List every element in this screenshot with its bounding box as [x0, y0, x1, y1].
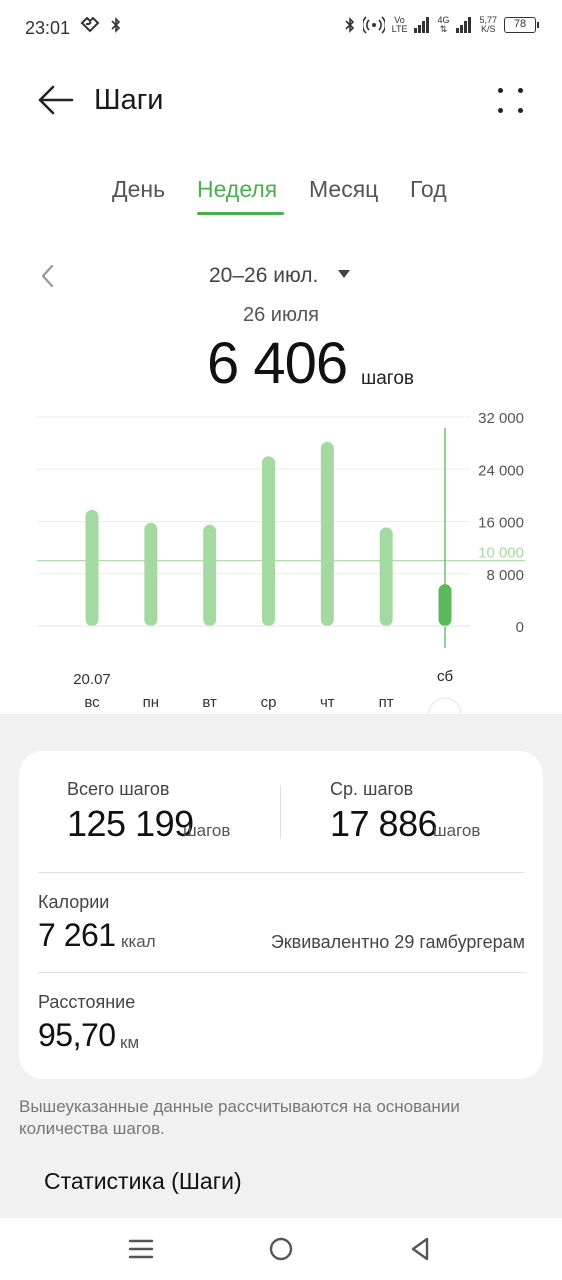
triangle-back-icon [411, 1237, 429, 1261]
date-range-selector: 20–26 июл. [0, 256, 562, 296]
calories-value: 7 261 [38, 917, 116, 953]
chart-bar [85, 509, 99, 626]
tab-month[interactable]: Месяц [309, 176, 378, 203]
x-tick-label: чт [320, 694, 335, 711]
chevron-left-icon [41, 264, 54, 288]
date-range-dropdown[interactable]: 20–26 июл. [209, 264, 318, 288]
distance-label: Расстояние [38, 992, 136, 1012]
divider [38, 872, 525, 873]
bluetooth-icon [345, 17, 354, 33]
goal-label: 10 000 [478, 545, 524, 562]
recent-apps-button[interactable] [127, 1235, 155, 1263]
back-button[interactable] [36, 82, 76, 118]
status-bar: 23:01 Vo LTE 4G ⇅ 5,77 K/S 78 [0, 0, 562, 56]
net-speed: 5,77 K/S [479, 15, 497, 34]
distance-value: 95,70 [38, 1017, 116, 1053]
avg-steps-unit: шагов [433, 821, 481, 840]
tab-year[interactable]: Год [410, 176, 447, 203]
weekly-steps-chart: 32 000 24 000 16 000 8 000 0 10 000 вс 20.07 пн в… [0, 400, 562, 720]
bluetooth-icon [111, 17, 121, 33]
chart-bar [379, 527, 393, 626]
tab-week[interactable]: Неделя [197, 176, 277, 203]
system-nav-bar [0, 1218, 562, 1280]
total-steps-label: Всего шагов [67, 779, 170, 799]
total-steps-value: 125 199 [67, 803, 194, 844]
caret-down-icon[interactable] [338, 270, 350, 278]
more-dots-icon [498, 88, 503, 93]
calories-label: Калории [38, 892, 110, 912]
status-right-icons: Vo LTE 4G ⇅ 5,77 K/S 78 [344, 15, 539, 34]
more-options-button[interactable] [496, 84, 526, 116]
summary-card: Всего шагов 125 199 шагов Ср. шагов 17 8… [19, 751, 543, 1079]
y-tick-label: 0 [516, 619, 524, 636]
chart-bar [262, 456, 275, 626]
period-tabs: День Неделя Месяц Год [0, 170, 562, 220]
first-date-label: 20.07 [73, 671, 111, 688]
calories-equivalent: Эквивалентно 29 гамбургерам [270, 932, 525, 952]
avg-steps-label: Ср. шагов [330, 779, 414, 799]
calories-unit: ккал [121, 932, 156, 951]
volte-indicator: Vo LTE [391, 15, 408, 34]
battery-icon: 78 [504, 17, 539, 33]
page-title: Шаги [94, 84, 164, 116]
health-app-icon [80, 17, 100, 33]
menu-icon [128, 1239, 154, 1259]
x-tick-label: вс [84, 694, 100, 711]
divider [38, 972, 525, 973]
selected-steps-unit: шагов [361, 368, 414, 389]
network-type: 4G ⇅ [437, 15, 450, 34]
signal-icon [414, 17, 430, 33]
hotspot-icon [362, 16, 385, 34]
x-tick-label: пт [379, 694, 394, 711]
y-tick-label: 24 000 [478, 462, 524, 479]
x-tick-label: вт [202, 694, 217, 711]
chart-bar [320, 441, 334, 626]
stats-section-title[interactable]: Статистика (Шаги) [44, 1168, 242, 1195]
x-tick-label: сб [437, 668, 453, 685]
status-time: 23:01 [25, 18, 71, 38]
y-tick-label: 16 000 [478, 515, 524, 532]
home-button[interactable] [267, 1235, 295, 1263]
x-tick-label: ср [261, 694, 277, 711]
active-tab-indicator [197, 212, 284, 215]
previous-period-button[interactable] [38, 262, 58, 290]
home-circle-icon [269, 1237, 293, 1261]
status-left-icons [80, 17, 122, 33]
total-steps-unit: шагов [183, 821, 231, 840]
arrow-left-icon [38, 85, 74, 115]
x-tick-label: пн [143, 694, 159, 711]
divider [280, 785, 281, 839]
back-nav-button[interactable] [407, 1235, 435, 1263]
avg-steps-value: 17 886 [330, 803, 438, 844]
signal-icon [456, 17, 472, 33]
distance-unit: км [120, 1033, 140, 1052]
selected-steps-value: 6 406 [207, 331, 348, 396]
chart-bar [144, 522, 158, 626]
app-header: Шаги [0, 70, 562, 130]
tab-day[interactable]: День [112, 176, 165, 203]
y-tick-label: 8 000 [486, 567, 524, 584]
chart-canvas: 32 000 24 000 16 000 8 000 0 10 000 вс 20.07 пн в… [37, 410, 525, 720]
selected-date: 26 июля [242, 304, 320, 326]
chart-bar [203, 524, 217, 626]
data-note: Вышеуказанные данные рассчитываются на о… [19, 1097, 460, 1138]
y-tick-label: 32 000 [478, 410, 524, 427]
